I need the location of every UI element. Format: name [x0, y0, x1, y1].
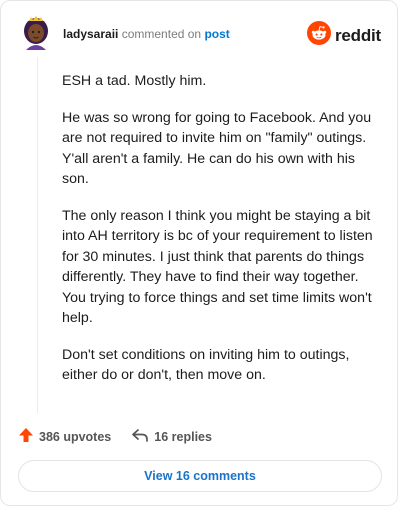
upvote-arrow-icon	[18, 427, 34, 446]
upvote-button[interactable]: 386 upvotes	[18, 427, 111, 446]
username-link[interactable]: ladysaraii	[63, 27, 118, 41]
comment-card: ladysaraii commented on post reddit ESH …	[0, 0, 398, 506]
comment-body: ESH a tad. Mostly him. He was so wrong f…	[62, 71, 384, 402]
comment-header: ladysaraii commented on post	[63, 27, 230, 41]
reply-button[interactable]: 16 replies	[131, 427, 212, 446]
avatar[interactable]	[18, 14, 54, 50]
reddit-wordmark: reddit	[334, 25, 381, 45]
reddit-logo[interactable]: reddit	[306, 21, 381, 50]
comment-paragraph: Don't set conditions on inviting him to …	[62, 346, 350, 384]
commented-on-text: commented on	[121, 27, 202, 41]
thread-line	[37, 57, 38, 413]
comment-paragraph: He was so wrong for going to Facebook. A…	[62, 109, 372, 188]
comment-paragraph: ESH a tad. Mostly him.	[62, 73, 207, 89]
upvote-count: 386 upvotes	[39, 429, 112, 444]
reply-arrow-icon	[131, 427, 149, 446]
comment-actions: 386 upvotes 16 replies	[18, 427, 232, 446]
post-link[interactable]: post	[204, 27, 229, 41]
comment-paragraph: The only reason I think you might be sta…	[62, 207, 373, 327]
reddit-snoo-icon	[306, 21, 331, 50]
reply-count: 16 replies	[154, 429, 212, 444]
view-comments-button[interactable]: View 16 comments	[18, 460, 382, 492]
